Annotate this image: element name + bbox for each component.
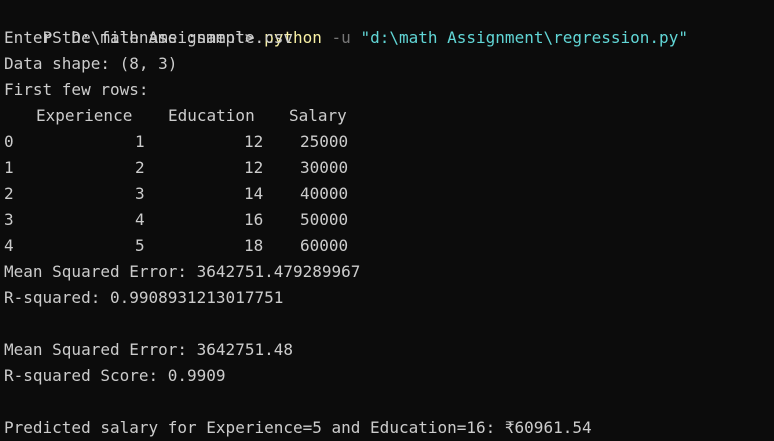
r2-rounded-line: R-squared Score: 0.9909 bbox=[4, 366, 226, 385]
row-index: 4 bbox=[4, 236, 14, 255]
prediction-line: Predicted salary for Experience=5 and Ed… bbox=[4, 418, 592, 437]
cell-education: 12 bbox=[244, 132, 264, 151]
row-index: 1 bbox=[4, 158, 14, 177]
cell-salary: 60000 bbox=[300, 236, 349, 255]
column-header-experience: Experience bbox=[36, 106, 133, 125]
command-line: PS D:\math Assignment> python -u "d:\mat… bbox=[4, 0, 688, 47]
table-header: Experience Education Salary bbox=[4, 103, 774, 129]
table-row: 3 4 16 50000 bbox=[4, 207, 774, 233]
column-header-education: Education bbox=[168, 106, 255, 125]
cell-education: 12 bbox=[244, 158, 264, 177]
table-row: 0 1 12 25000 bbox=[4, 129, 774, 155]
cell-salary: 50000 bbox=[300, 210, 349, 229]
cell-education: 18 bbox=[244, 236, 264, 255]
r2-raw-line: R-squared: 0.9908931213017751 bbox=[4, 288, 284, 307]
cell-experience: 1 bbox=[135, 132, 145, 151]
cell-education: 16 bbox=[244, 210, 264, 229]
cell-experience: 2 bbox=[135, 158, 145, 177]
filename-prompt: Enter the filename :sample.csv bbox=[4, 28, 293, 47]
cell-salary: 25000 bbox=[300, 132, 349, 151]
mse-raw-line: Mean Squared Error: 3642751.479289967 bbox=[4, 262, 361, 281]
cell-experience: 4 bbox=[135, 210, 145, 229]
table-row: 2 3 14 40000 bbox=[4, 181, 774, 207]
terminal-window[interactable]: PS D:\math Assignment> python -u "d:\mat… bbox=[0, 0, 774, 441]
cell-salary: 30000 bbox=[300, 158, 349, 177]
data-shape-line: Data shape: (8, 3) bbox=[4, 54, 178, 73]
table-row: 4 5 18 60000 bbox=[4, 233, 774, 259]
row-index: 3 bbox=[4, 210, 14, 229]
cell-experience: 3 bbox=[135, 184, 145, 203]
cell-experience: 5 bbox=[135, 236, 145, 255]
cell-salary: 40000 bbox=[300, 184, 349, 203]
row-index: 2 bbox=[4, 184, 14, 203]
command-flag: -u bbox=[331, 28, 351, 47]
cell-education: 14 bbox=[244, 184, 264, 203]
command-argument: "d:\math Assignment\regression.py" bbox=[360, 28, 688, 47]
mse-rounded-line: Mean Squared Error: 3642751.48 bbox=[4, 340, 293, 359]
first-rows-label: First few rows: bbox=[4, 80, 149, 99]
column-header-salary: Salary bbox=[289, 106, 347, 125]
row-index: 0 bbox=[4, 132, 14, 151]
table-row: 1 2 12 30000 bbox=[4, 155, 774, 181]
